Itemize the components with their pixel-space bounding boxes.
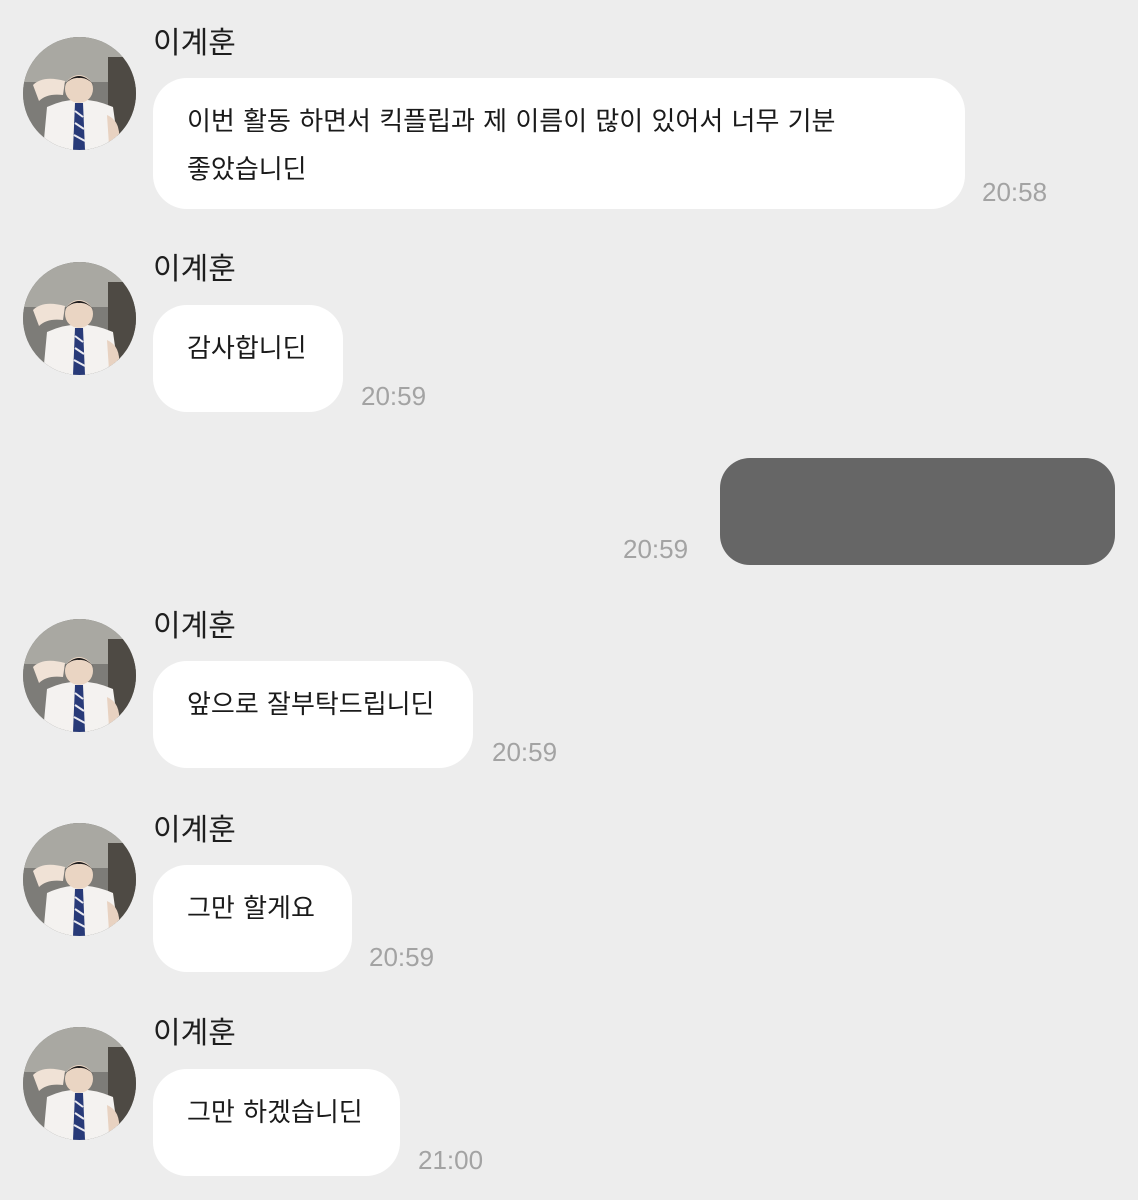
- avatar[interactable]: [23, 823, 136, 936]
- avatar[interactable]: [23, 37, 136, 150]
- profile-photo-icon: [23, 619, 136, 732]
- timestamp: 20:59: [623, 534, 689, 564]
- sender-name: 이계훈: [153, 252, 236, 287]
- sender-name: 이계훈: [153, 26, 236, 61]
- message-bubble[interactable]: 이번 활동 하면서 킥플립과 제 이름이 많이 있어서 너무 기분 좋았습니딘: [153, 78, 965, 209]
- avatar[interactable]: [23, 1027, 136, 1140]
- profile-photo-icon: [23, 823, 136, 936]
- sender-name: 이계훈: [153, 1016, 236, 1051]
- profile-photo-icon: [23, 262, 136, 375]
- profile-photo-icon: [23, 1027, 136, 1140]
- timestamp: 21:00: [418, 1145, 484, 1175]
- timestamp: 20:58: [982, 177, 1048, 207]
- profile-photo-icon: [23, 37, 136, 150]
- avatar[interactable]: [23, 262, 136, 375]
- message-bubble[interactable]: 감사합니딘: [153, 305, 343, 412]
- sender-name: 이계훈: [153, 609, 236, 644]
- message-bubble[interactable]: 그만 할게요: [153, 865, 352, 972]
- message-bubble[interactable]: 앞으로 잘부탁드립니딘: [153, 661, 473, 768]
- timestamp: 20:59: [492, 737, 558, 767]
- timestamp: 20:59: [361, 381, 427, 411]
- sender-name: 이계훈: [153, 813, 236, 848]
- timestamp: 20:59: [369, 942, 435, 972]
- avatar[interactable]: [23, 619, 136, 732]
- message-bubble[interactable]: 그만 하겠습니딘: [153, 1069, 400, 1176]
- redacted-outgoing-bubble[interactable]: [720, 458, 1115, 565]
